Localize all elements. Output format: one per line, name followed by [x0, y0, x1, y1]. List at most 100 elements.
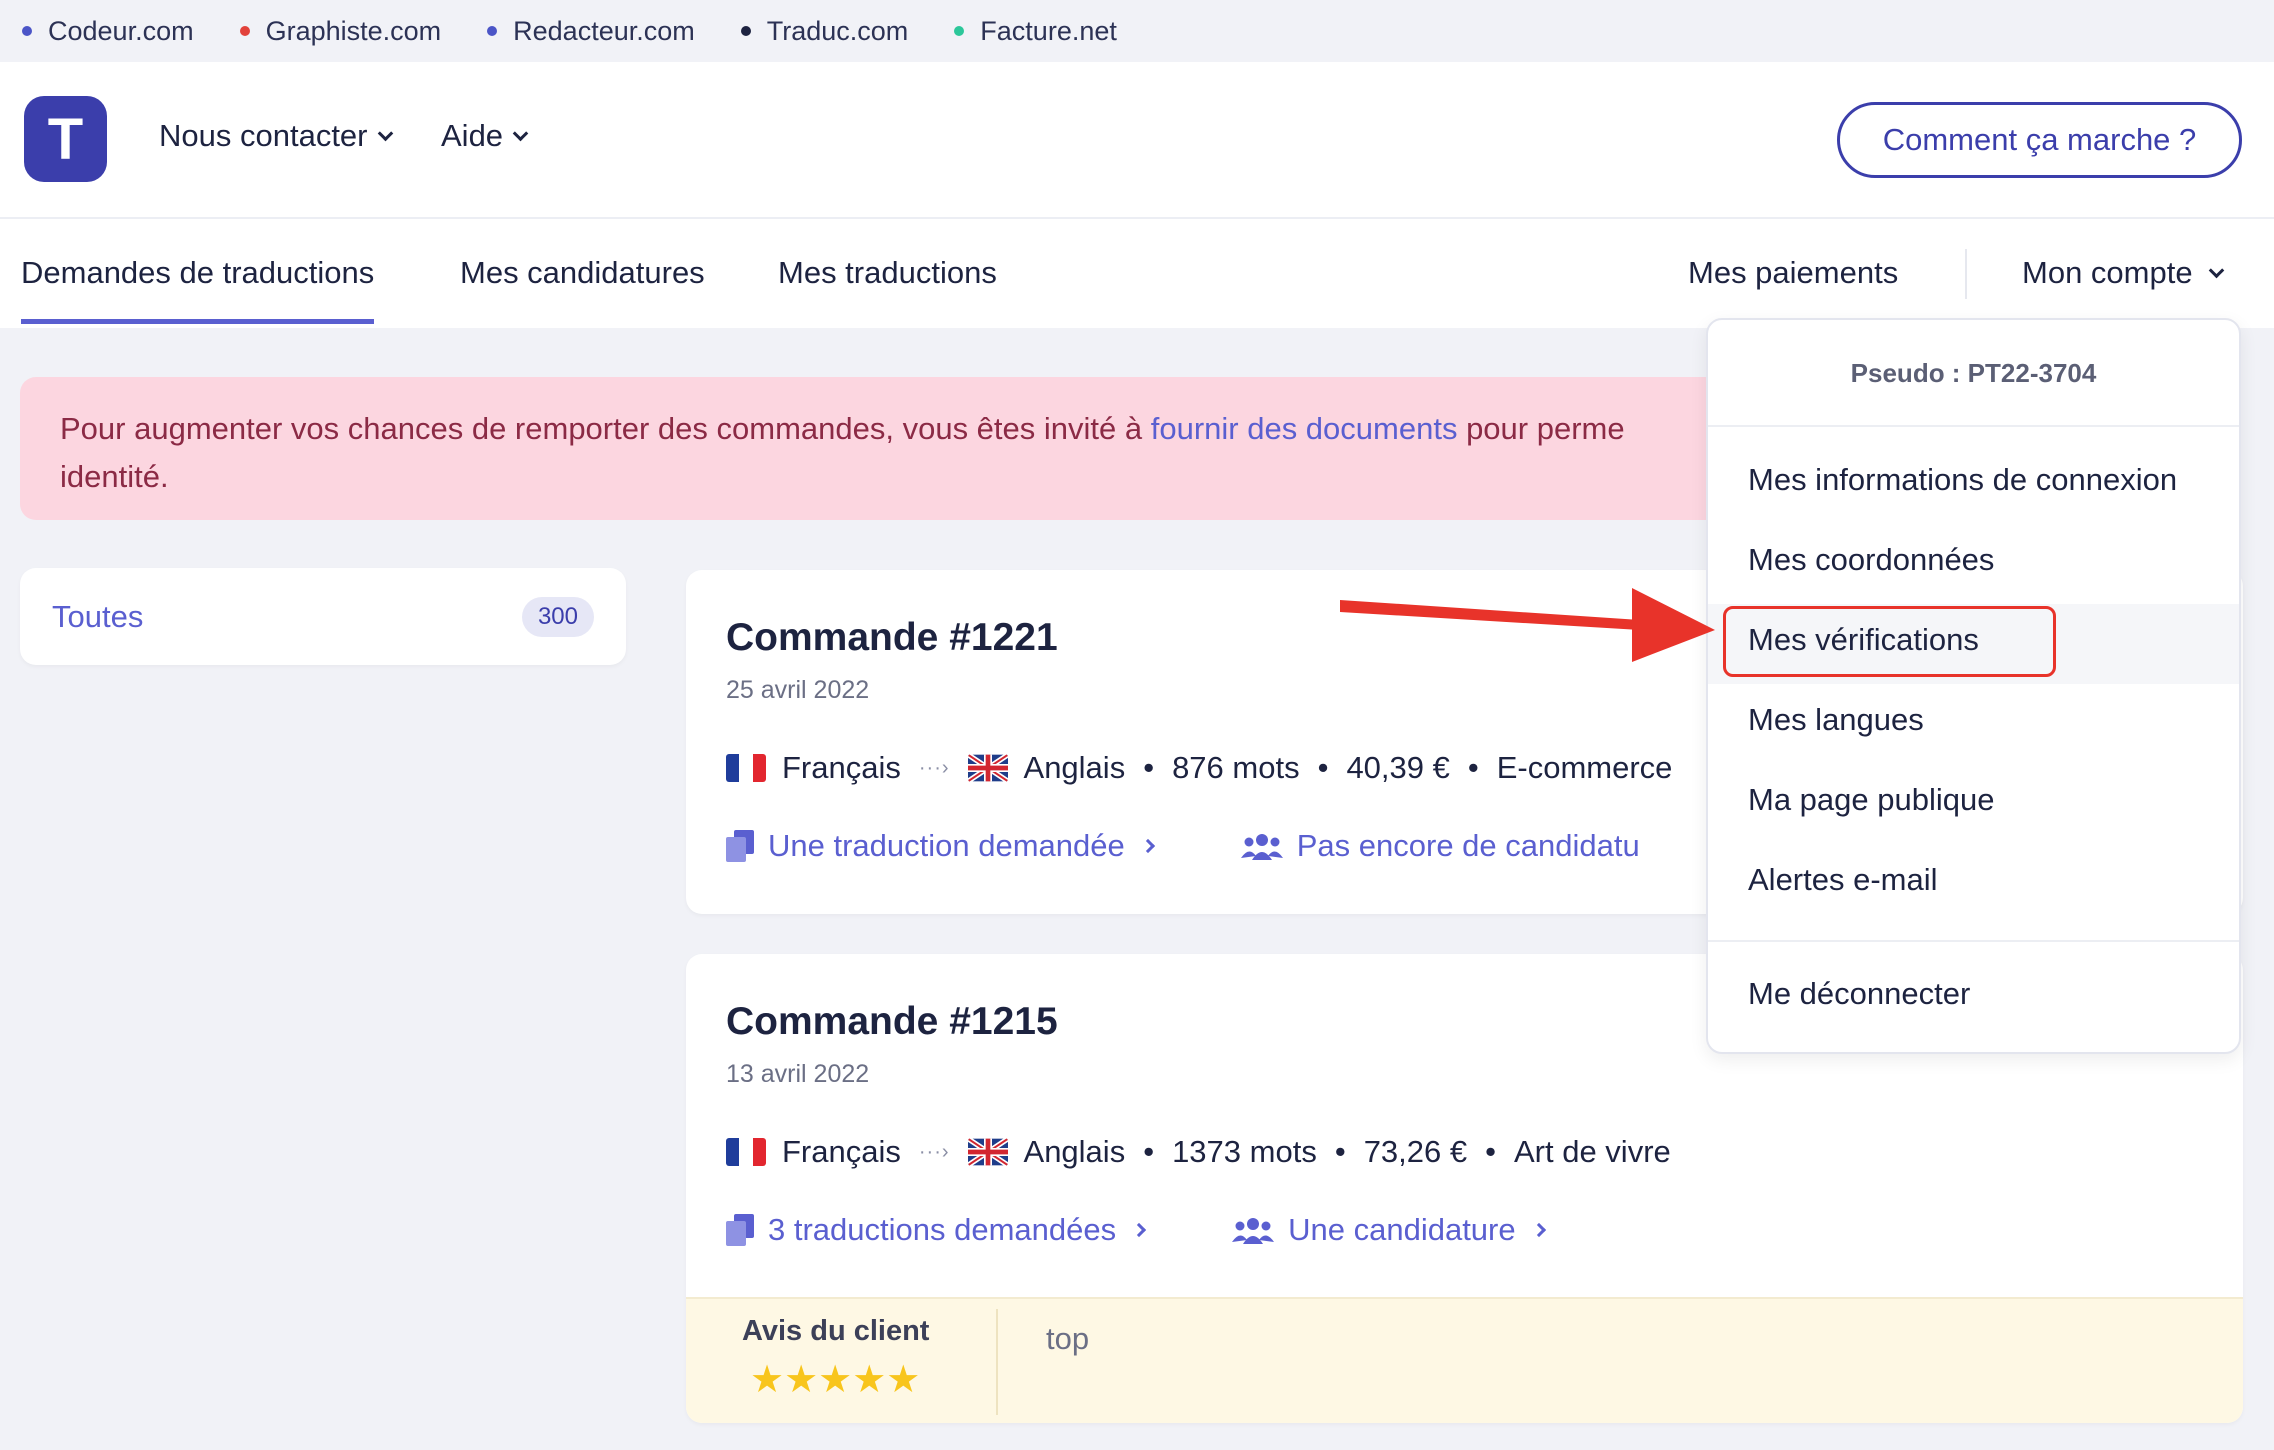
alert-text-line2: identité. — [60, 459, 169, 494]
network-link-facture[interactable]: Facture.net — [954, 16, 1117, 47]
translations-link[interactable]: Une traduction demandée — [726, 828, 1155, 864]
tab-my-translations[interactable]: Mes traductions — [778, 255, 997, 291]
main-tabs: Demandes de traductions Mes candidatures… — [0, 219, 2274, 328]
filter-label: Toutes — [52, 598, 144, 634]
order-date: 25 avril 2022 — [726, 676, 870, 704]
bullet-dot — [954, 26, 965, 36]
candidates-link-label: Une candidature — [1288, 1212, 1516, 1247]
network-bar: Codeur.com Graphiste.com Redacteur.com T… — [0, 0, 2274, 62]
order-date: 13 avril 2022 — [726, 1060, 870, 1088]
alert-text: Pour augmenter vos chances de remporter … — [60, 411, 1151, 446]
order-title[interactable]: Commande #1215 — [726, 1000, 1058, 1044]
source-language: Français — [782, 1134, 901, 1169]
account-dropdown: Pseudo : PT22-3704 Mes informations de c… — [1706, 318, 2241, 1054]
translations-link-label: 3 traductions demandées — [768, 1212, 1117, 1247]
menu-item-public-page[interactable]: Ma page publique — [1748, 782, 1994, 818]
count-badge: 300 — [521, 596, 594, 637]
menu-item-login-info[interactable]: Mes informations de connexion — [1748, 462, 2177, 498]
bullet-dot — [487, 26, 498, 36]
chevron-down-icon — [377, 125, 393, 141]
order-title[interactable]: Commande #1221 — [726, 616, 1058, 660]
star-rating-icon: ★★★★★ — [750, 1359, 921, 1401]
candidates-link[interactable]: Une candidature — [1232, 1212, 1546, 1248]
network-link-label: Codeur.com — [48, 15, 194, 46]
separator-dot: • — [1334, 1134, 1346, 1169]
chevron-right-icon — [1140, 838, 1155, 854]
bullet-dot — [239, 26, 250, 36]
menu-item-email-alerts[interactable]: Alertes e-mail — [1748, 862, 1938, 898]
tab-translation-requests[interactable]: Demandes de traductions — [21, 255, 375, 324]
network-link-traduc[interactable]: Traduc.com — [740, 15, 909, 47]
contact-menu-label: Nous contacter — [159, 118, 368, 153]
tab-my-account[interactable]: Mon compte — [2022, 255, 2224, 291]
translations-link[interactable]: 3 traductions demandées — [726, 1212, 1147, 1248]
network-link-label: Traduc.com — [766, 15, 909, 46]
menu-item-contact-details[interactable]: Mes coordonnées — [1748, 542, 1994, 578]
network-link-label: Facture.net — [980, 15, 1117, 46]
my-account-label: Mon compte — [2022, 255, 2193, 290]
site-header: T Nous contacter Aide Comment ça marche … — [0, 62, 2274, 219]
provide-documents-link[interactable]: fournir des documents — [1151, 411, 1458, 446]
users-icon — [1240, 834, 1283, 860]
bullet-dot — [22, 26, 32, 36]
uk-flag-icon — [967, 1138, 1008, 1166]
tab-my-payments[interactable]: Mes paiements — [1688, 255, 1898, 291]
review-text: top — [1046, 1321, 1090, 1356]
tab-divider — [1965, 249, 1967, 299]
filter-all[interactable]: Toutes 300 — [20, 568, 626, 665]
network-link-graphiste[interactable]: Graphiste.com — [239, 15, 442, 47]
how-it-works-button[interactable]: Comment ça marche ? — [1837, 102, 2242, 178]
candidates-link[interactable]: Pas encore de candidatu — [1240, 828, 1640, 864]
target-language: Anglais — [1023, 750, 1126, 785]
documents-icon — [726, 830, 754, 862]
contact-menu[interactable]: Nous contacter — [159, 118, 393, 154]
word-count: 1373 mots — [1172, 1134, 1317, 1169]
candidates-link-label: Pas encore de candidatu — [1296, 828, 1640, 863]
order-meta: Français ···› Anglais • 1373 mots • 73,2… — [726, 1134, 1671, 1170]
separator-dot: • — [1485, 1134, 1496, 1169]
order-meta: Français ···› Anglais • 876 mots • 40,39… — [726, 750, 1672, 786]
separator-dot: • — [1467, 750, 1479, 785]
account-pseudo: Pseudo : PT22-3704 — [1850, 358, 2097, 388]
client-review: Avis du client ★★★★★ top — [686, 1297, 2243, 1423]
translations-link-label: Une traduction demandée — [768, 828, 1125, 863]
chevron-right-icon — [1132, 1222, 1147, 1238]
alert-text-end: pour perme — [1457, 411, 1625, 446]
review-divider — [996, 1309, 998, 1415]
bullet-dot — [740, 26, 751, 36]
chevron-right-icon — [1531, 1222, 1546, 1238]
word-count: 876 mots — [1172, 750, 1300, 785]
menu-divider — [1708, 940, 2239, 942]
chevron-down-icon — [2208, 262, 2224, 278]
network-link-label: Redacteur.com — [513, 15, 695, 46]
network-link-codeur[interactable]: Codeur.com — [22, 16, 194, 47]
menu-item-logout[interactable]: Me déconnecter — [1748, 976, 1970, 1012]
order-price: 40,39 € — [1346, 750, 1450, 785]
chevron-down-icon — [512, 125, 529, 141]
help-menu[interactable]: Aide — [441, 118, 529, 154]
arrow-right-icon: ···› — [918, 1140, 950, 1163]
menu-divider — [1708, 425, 2239, 427]
separator-dot: • — [1143, 1134, 1155, 1169]
tab-my-applications[interactable]: Mes candidatures — [460, 255, 705, 291]
france-flag-icon — [726, 1138, 766, 1166]
uk-flag-icon — [967, 754, 1008, 782]
order-price: 73,26 € — [1363, 1134, 1468, 1169]
network-link-label: Graphiste.com — [265, 15, 442, 46]
menu-item-languages[interactable]: Mes langues — [1748, 702, 1924, 738]
arrow-right-icon: ···› — [918, 756, 950, 779]
order-category: E-commerce — [1496, 750, 1673, 785]
france-flag-icon — [726, 754, 766, 782]
source-language: Français — [782, 750, 901, 785]
target-language: Anglais — [1023, 1134, 1126, 1169]
annotation-highlight-box — [1723, 606, 2056, 677]
review-label: Avis du client — [742, 1315, 930, 1347]
network-link-redacteur[interactable]: Redacteur.com — [487, 16, 695, 47]
order-links: 3 traductions demandées Une candidature — [726, 1212, 1546, 1248]
order-category: Art de vivre — [1513, 1134, 1671, 1169]
separator-dot: • — [1143, 750, 1155, 785]
order-links: Une traduction demandée Pas encore de ca… — [726, 828, 1640, 864]
traduc-logo[interactable]: T — [24, 96, 107, 182]
verification-alert: Pour augmenter vos chances de remporter … — [20, 377, 1820, 520]
separator-dot: • — [1317, 750, 1329, 785]
